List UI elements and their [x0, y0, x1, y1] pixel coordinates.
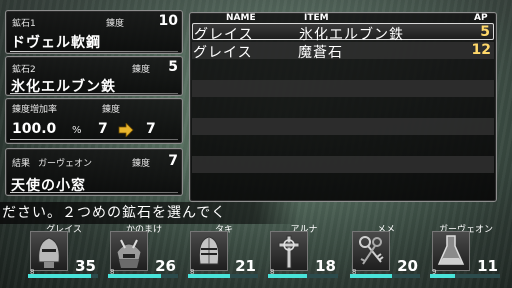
- member-gauge: [188, 274, 258, 278]
- result-purity: 7: [168, 153, 178, 169]
- rate-unit: %: [72, 125, 82, 136]
- row-ap: 12: [471, 42, 491, 58]
- row-name: グレイス: [193, 45, 253, 61]
- header-ap: AP: [474, 13, 488, 23]
- ore2-label: 鉱石2: [12, 65, 36, 75]
- rate-purity-label: 錬度: [102, 105, 121, 115]
- list-row[interactable]: グレイス 魔蒼石 12: [192, 42, 494, 61]
- purity-rate-panel: 錬度増加率 錬度 100.0 % 7 7: [5, 98, 183, 144]
- ore1-purity-label: 錬度: [106, 19, 125, 29]
- result-panel: 結果 ガーヴェオン 錬度 7 天使の小窓: [5, 148, 183, 196]
- samurai-helmet-icon: [110, 231, 148, 271]
- member-ap: 18: [315, 257, 336, 275]
- row-item: 魔蒼石: [298, 45, 343, 61]
- result-purity-label: 錬度: [132, 159, 151, 169]
- member-gauge: [350, 274, 420, 278]
- empty-row: [192, 118, 494, 135]
- purity-from: 7: [98, 121, 108, 137]
- result-creature: ガーヴェオン: [38, 159, 93, 169]
- header-name: NAME: [226, 13, 256, 23]
- member-ap: 35: [75, 257, 96, 275]
- ore1-name: ドヴェル軟鋼: [11, 35, 101, 51]
- row-item: 氷化エルブン鉄: [299, 27, 404, 43]
- party-member[interactable]: グレイス 8 35: [28, 222, 100, 278]
- ore1-label: 鉱石1: [12, 19, 36, 29]
- member-gauge: [108, 274, 178, 278]
- ore1-purity: 10: [158, 13, 178, 29]
- member-gauge: [268, 274, 338, 278]
- party-member[interactable]: アルナ 8 18: [268, 222, 340, 278]
- member-ap: 20: [397, 257, 418, 275]
- purity-to: 7: [146, 121, 156, 137]
- member-ap: 11: [477, 257, 498, 275]
- rate-value: 100.0: [12, 121, 57, 137]
- divider: [10, 139, 178, 140]
- empty-row: [192, 156, 494, 173]
- keys-icon: [352, 231, 390, 271]
- flask-icon: [432, 231, 470, 271]
- empty-row: [192, 80, 494, 97]
- ore-list-panel: NAME ITEM AP グレイス 氷化エルブン鉄 5 グレイス 魔蒼石 12: [189, 12, 497, 202]
- member-gauge: [430, 274, 500, 278]
- empty-row: [192, 137, 494, 154]
- party-member[interactable]: かのまけ 8 26: [108, 222, 180, 278]
- member-ap: 26: [155, 257, 176, 275]
- ore2-purity-label: 錬度: [132, 65, 151, 75]
- member-gauge: [28, 274, 98, 278]
- list-row[interactable]: グレイス 氷化エルブン鉄 5: [192, 23, 494, 43]
- helmet-icon: [30, 231, 68, 271]
- empty-row: [192, 175, 494, 192]
- header-item: ITEM: [304, 13, 329, 23]
- party-member[interactable]: ガーヴェオン 9 11: [430, 222, 502, 278]
- divider: [10, 192, 178, 193]
- ore2-panel[interactable]: 鉱石2 錬度 5 氷化エルブン鉄: [5, 56, 183, 96]
- knight-helmet-icon: [190, 231, 228, 271]
- member-ap: 21: [235, 257, 256, 275]
- rate-label: 錬度増加率: [12, 105, 58, 115]
- row-name: グレイス: [194, 27, 254, 43]
- ore2-purity: 5: [168, 59, 178, 75]
- divider: [10, 93, 178, 94]
- row-ap: 5: [480, 24, 490, 40]
- empty-row: [192, 99, 494, 116]
- result-label: 結果: [12, 159, 31, 169]
- party-member[interactable]: タキ 8 21: [188, 222, 260, 278]
- party-member[interactable]: メメ 8 20: [350, 222, 422, 278]
- instruction-message: ださい。２つめの鉱石を選んでく: [0, 202, 300, 224]
- empty-row: [192, 61, 494, 78]
- divider: [10, 51, 178, 52]
- ore1-panel[interactable]: 鉱石1 錬度 10 ドヴェル軟鋼: [5, 10, 183, 54]
- cross-staff-icon: [270, 231, 308, 271]
